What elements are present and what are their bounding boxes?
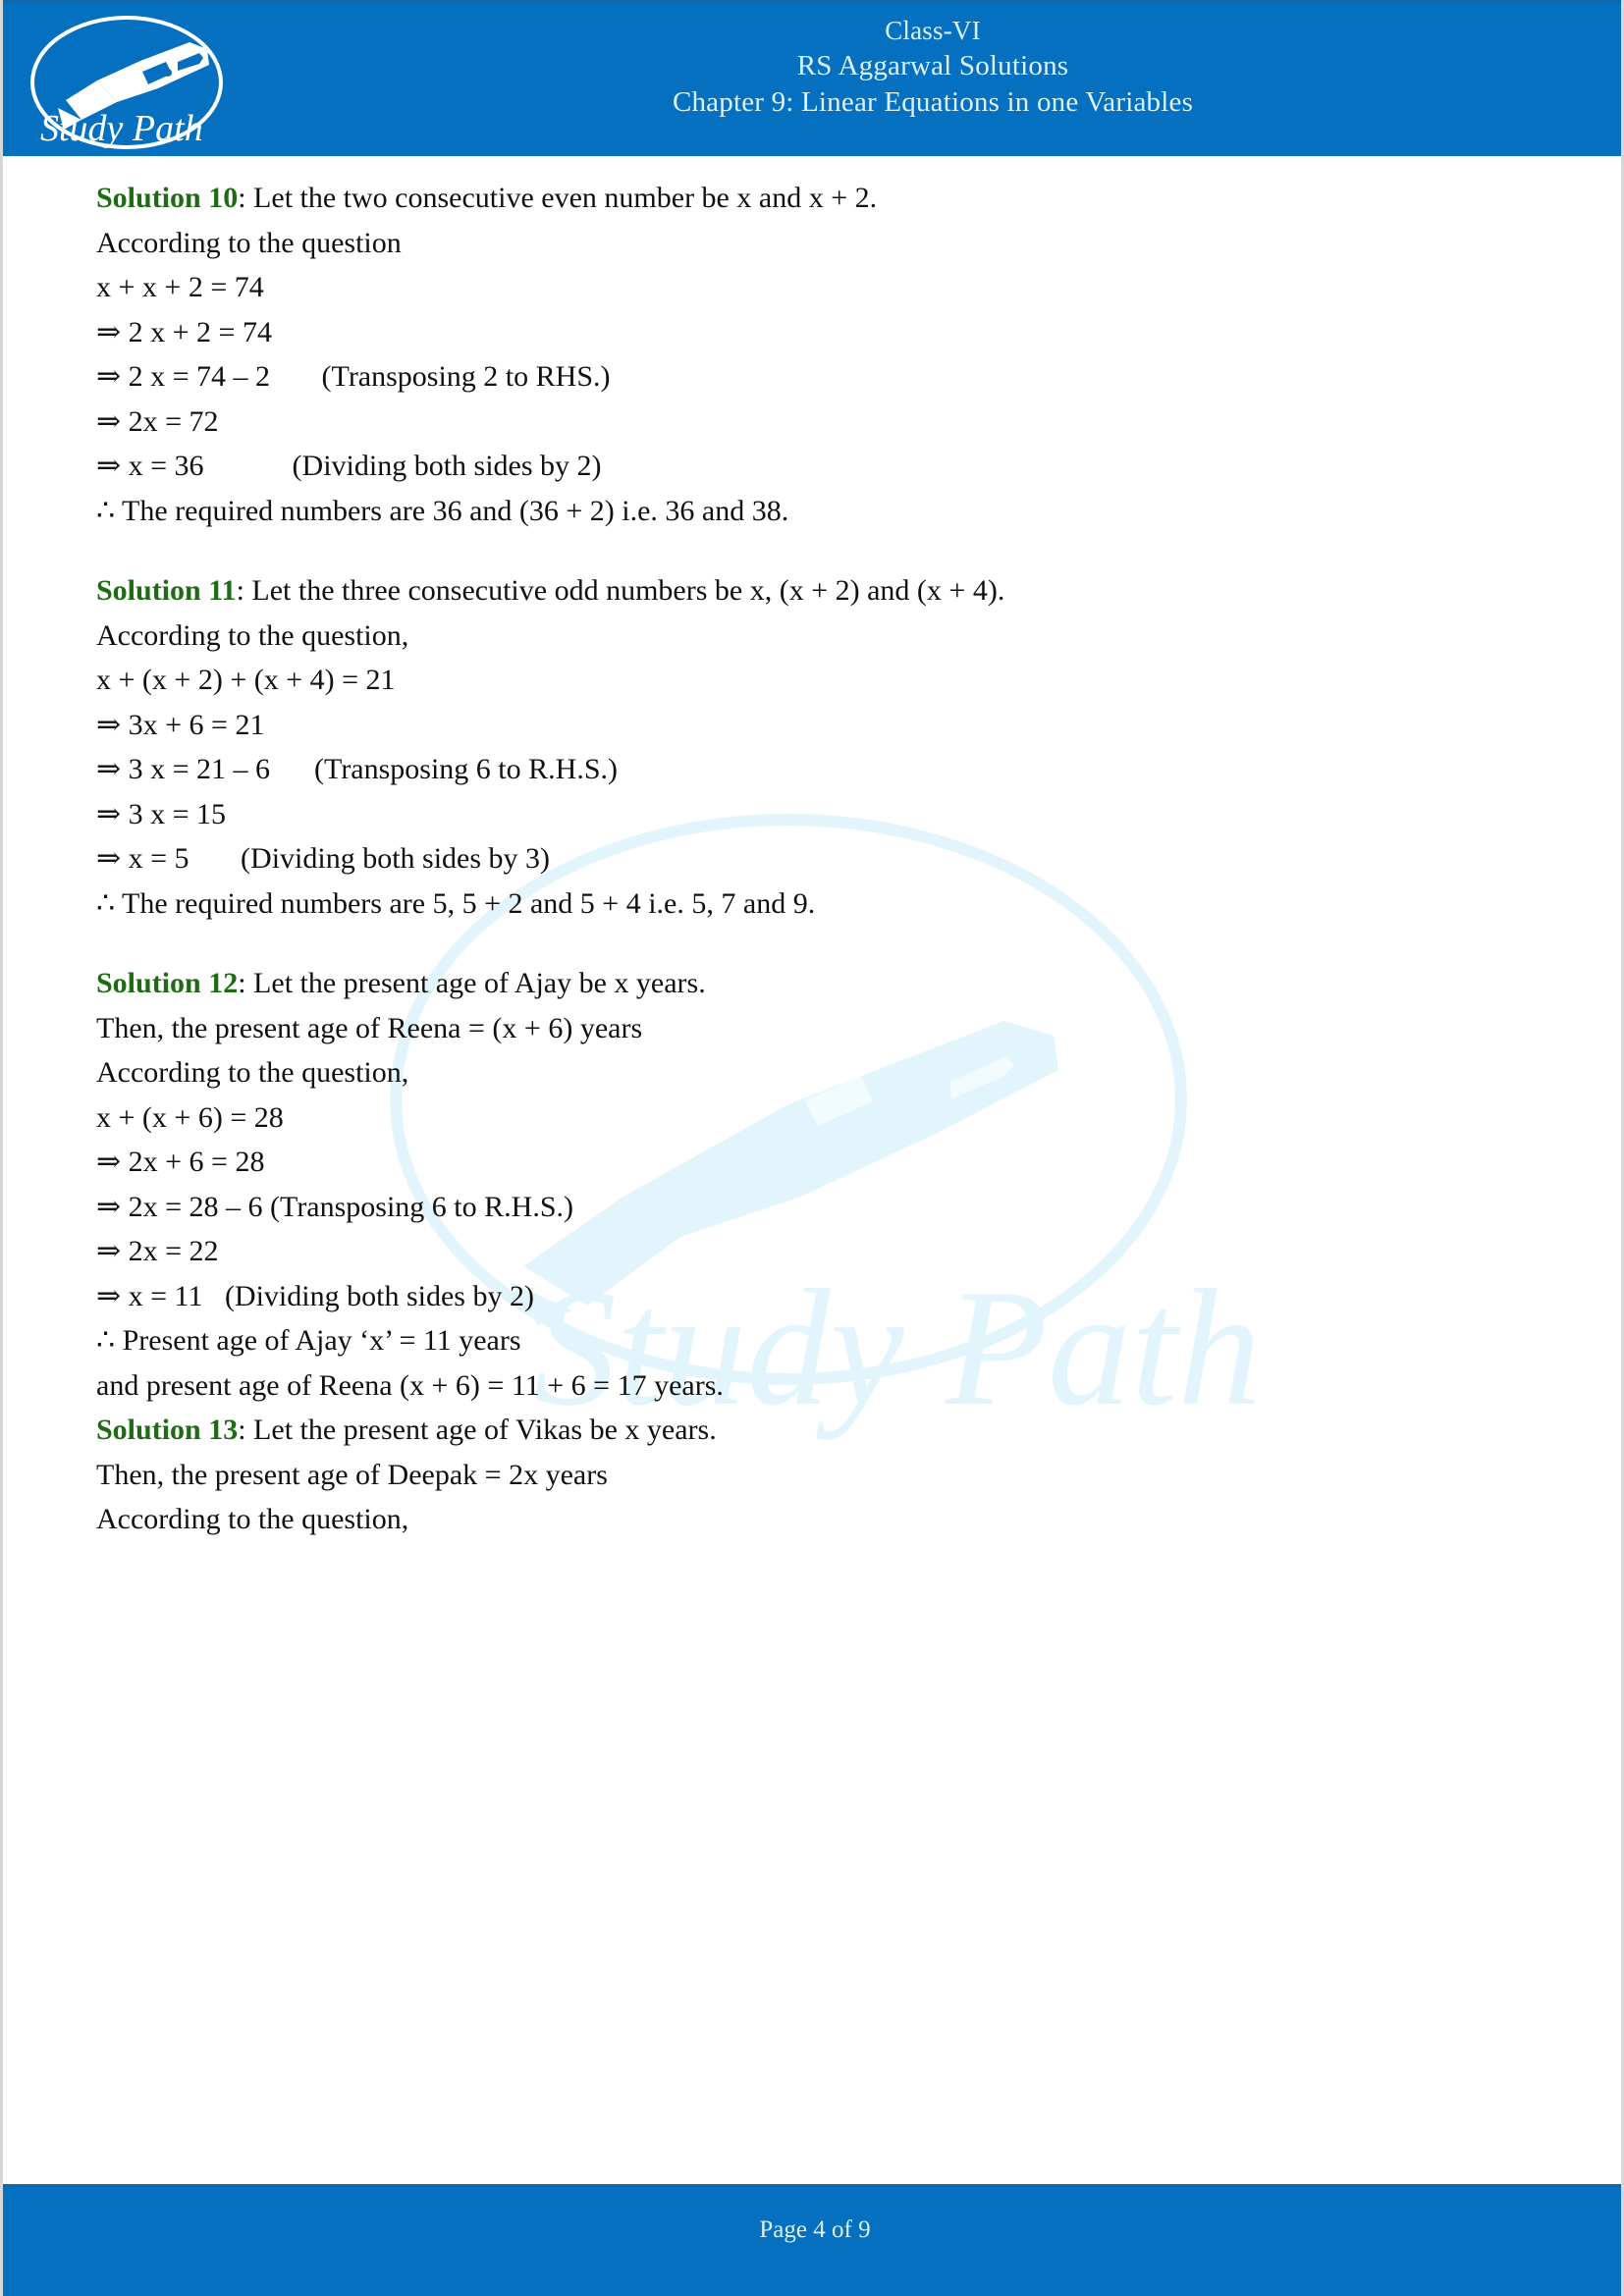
solution-line: ⇒ x = 36 (Dividing both sides by 2) <box>96 450 602 482</box>
header-title-group: Class-VI RS Aggarwal Solutions Chapter 9… <box>258 14 1607 121</box>
solution-block-12: Solution 12: Let the present age of Ajay… <box>96 969 1558 1401</box>
solution-line: ∴ The required numbers are 36 and (36 + … <box>96 494 789 527</box>
solution-line: ⇒ 2x + 6 = 28 <box>96 1146 265 1178</box>
page-header: Study Path Class-VI RS Aggarwal Solution… <box>3 0 1621 157</box>
solution-line: ⇒ 2x = 22 <box>96 1235 219 1267</box>
solution-block-11: Solution 11: Let the three consecutive o… <box>96 576 1558 919</box>
solution-heading-line: Solution 13: Let the present age of Vika… <box>96 1415 1558 1445</box>
header-book-line: RS Aggarwal Solutions <box>796 49 1069 81</box>
solution-line: Then, the present age of Deepak = 2x yea… <box>96 1458 608 1491</box>
solution-line: x + (x + 2) + (x + 4) = 21 <box>96 664 396 696</box>
solution-line: According to the question, <box>96 618 409 652</box>
solution-line: ∴ Present age of Ajay ‘x’ = 11 years <box>96 1324 521 1357</box>
solution-heading-line: Solution 10: Let the two consecutive eve… <box>96 184 1558 213</box>
solution-block-13: Solution 13: Let the present age of Vika… <box>96 1415 1558 1534</box>
page-number-label: Page 4 of 9 <box>759 2216 871 2243</box>
svg-text:Study Path: Study Path <box>40 108 203 149</box>
solution-line: ⇒ 2 x = 74 – 2 (Transposing 2 to RHS.) <box>96 360 611 393</box>
solution-line: x + x + 2 = 74 <box>96 271 264 303</box>
solution-heading-text-10: : Let the two consecutive even number be… <box>238 182 878 214</box>
solution-label-10: Solution 10 <box>96 182 239 214</box>
solution-line: ⇒ x = 5 (Dividing both sides by 3) <box>96 842 551 875</box>
solution-line: According to the question, <box>96 1056 409 1089</box>
solution-line: ⇒ 3x + 6 = 21 <box>96 708 265 741</box>
solution-line: ⇒ 2 x + 2 = 74 <box>96 315 272 348</box>
study-path-logo: Study Path <box>21 10 246 157</box>
solution-label-12: Solution 12 <box>96 967 239 999</box>
solution-heading-text-12: : Let the present age of Ajay be x years… <box>238 967 706 999</box>
header-chapter-line: Chapter 9: Linear Equations in one Varia… <box>672 85 1194 118</box>
header-class-line: Class-VI <box>885 16 981 45</box>
solution-heading-line: Solution 11: Let the three consecutive o… <box>96 576 1558 606</box>
solution-line: ∴ The required numbers are 5, 5 + 2 and … <box>96 886 816 920</box>
solution-line: According to the question <box>96 226 402 259</box>
solution-line: ⇒ 3 x = 21 – 6 (Transposing 6 to R.H.S.) <box>96 753 618 785</box>
solution-label-13: Solution 13 <box>96 1414 239 1446</box>
page-footer: Page 4 of 9 <box>3 2184 1621 2296</box>
document-page: Study Path Study Path Class-VI RS Aggarw… <box>0 0 1624 2296</box>
solution-line: Then, the present age of Reena = (x + 6)… <box>96 1011 643 1044</box>
solution-line: According to the question, <box>96 1503 409 1535</box>
solution-heading-line: Solution 12: Let the present age of Ajay… <box>96 969 1558 998</box>
solution-line: ⇒ x = 11 (Dividing both sides by 2) <box>96 1279 534 1312</box>
solution-line: ⇒ 3 x = 15 <box>96 797 227 830</box>
solution-line: and present age of Reena (x + 6) = 11 + … <box>96 1368 724 1402</box>
solution-line: ⇒ 2x = 28 – 6 (Transposing 6 to R.H.S.) <box>96 1190 573 1223</box>
solution-line: ⇒ 2x = 72 <box>96 404 219 438</box>
solution-block-10: Solution 10: Let the two consecutive eve… <box>96 184 1558 526</box>
solution-heading-text-13: : Let the present age of Vikas be x year… <box>238 1414 717 1446</box>
solution-label-11: Solution 11 <box>96 574 237 607</box>
solution-heading-text-11: : Let the three consecutive odd numbers … <box>236 574 1005 607</box>
solutions-content: Solution 10: Let the two consecutive eve… <box>3 156 1621 1550</box>
solution-line: x + (x + 6) = 28 <box>96 1100 284 1134</box>
